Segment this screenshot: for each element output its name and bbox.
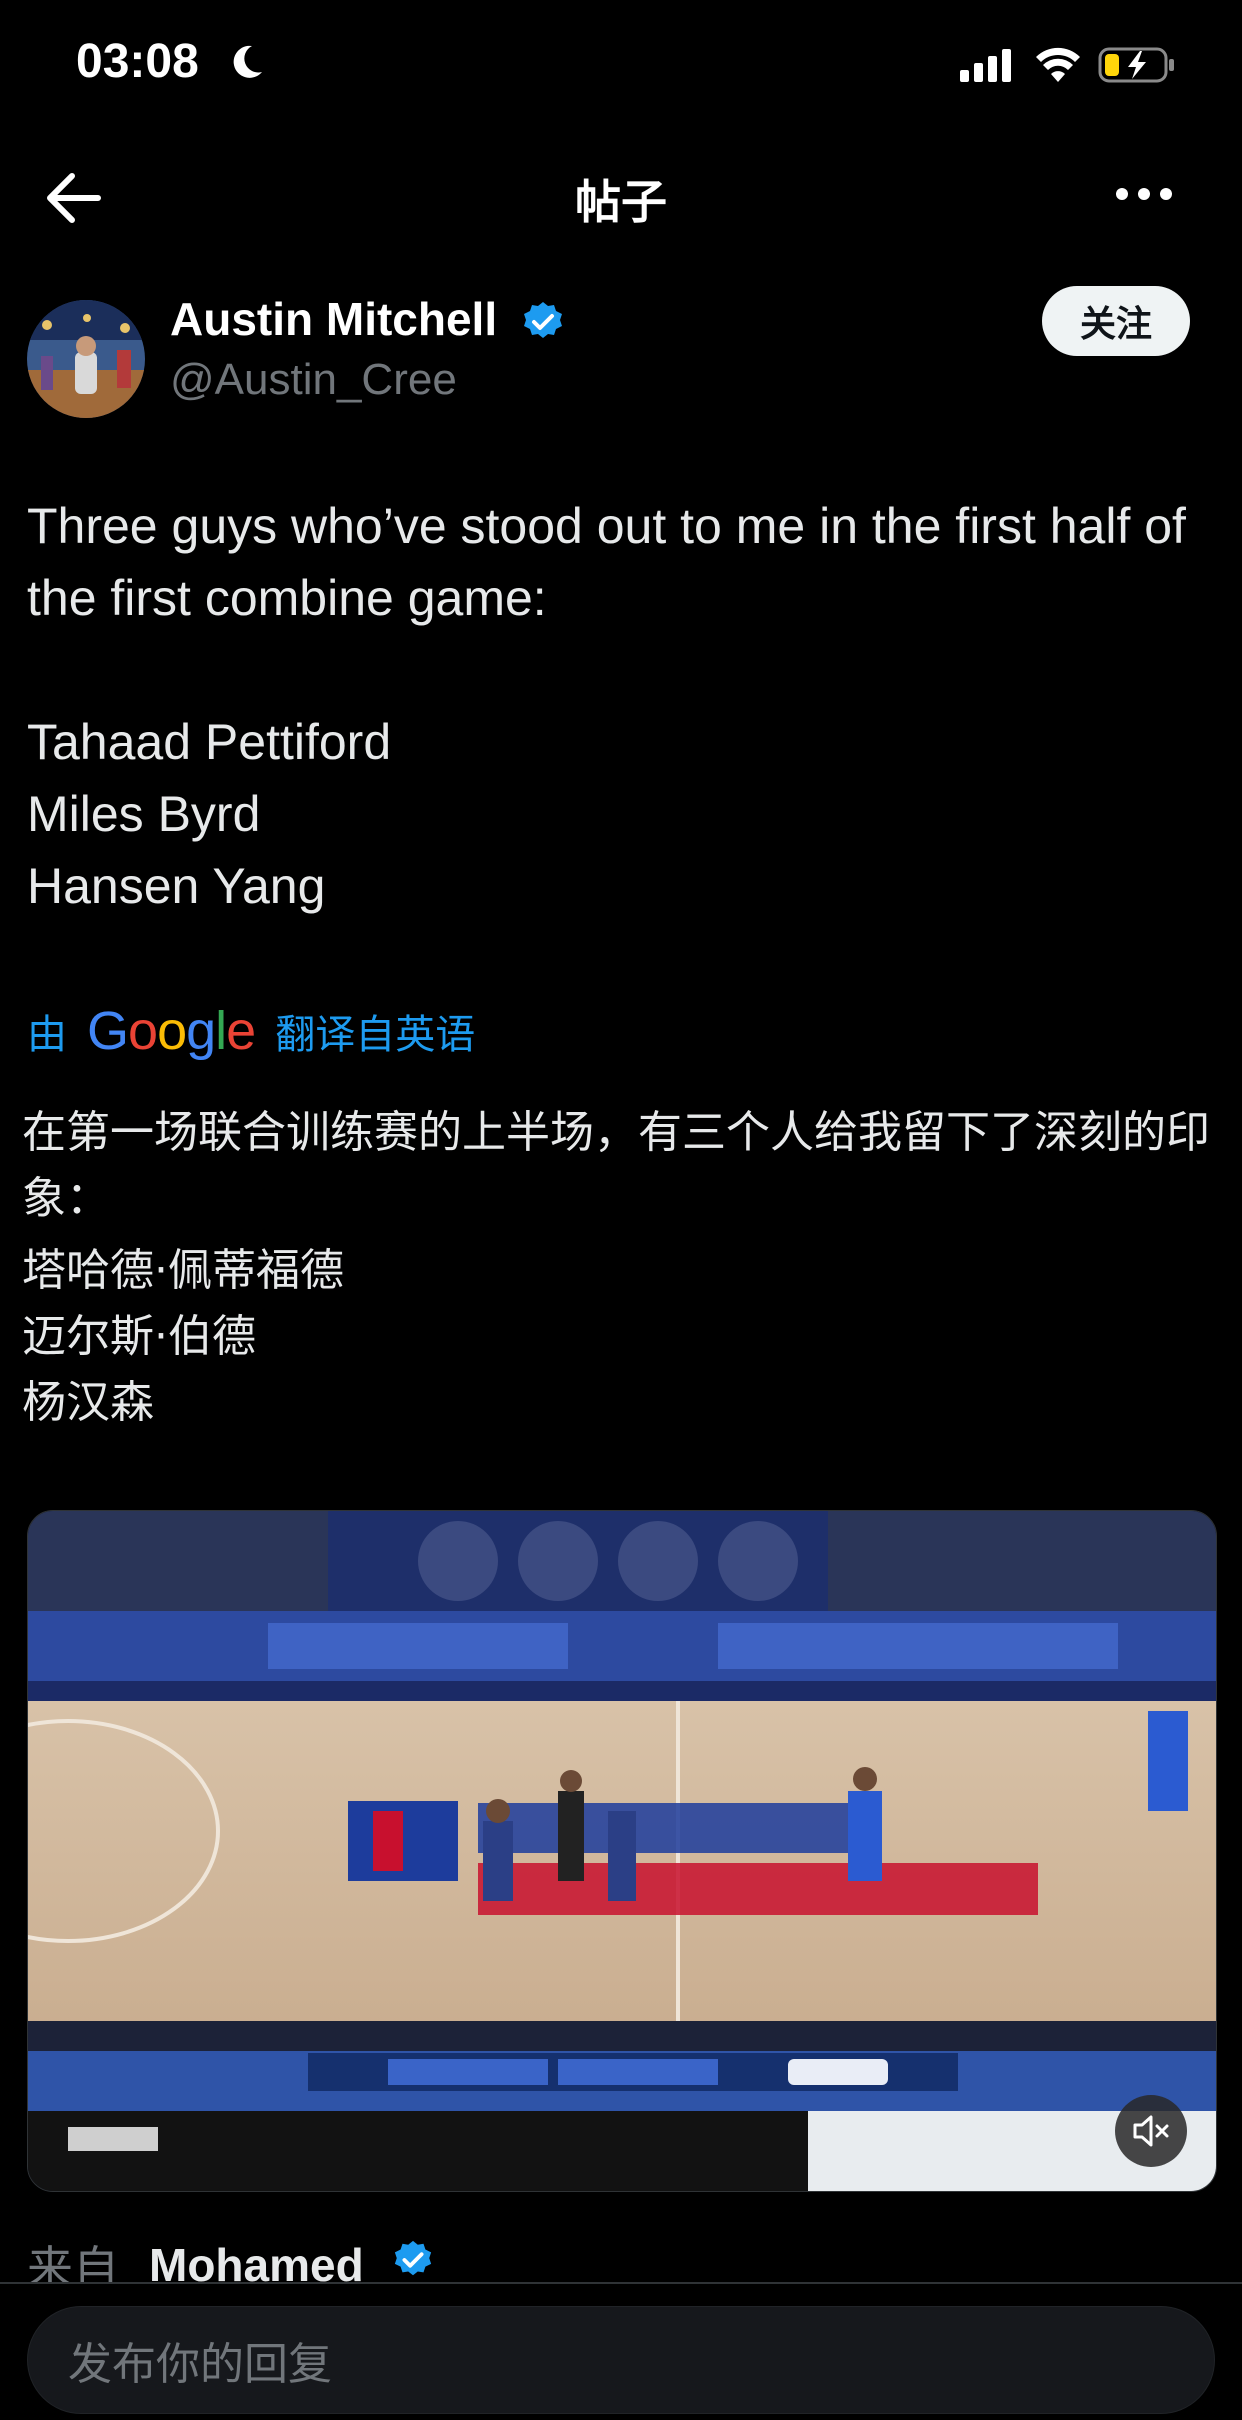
translation-name: 迈尔斯·伯德: [22, 1311, 256, 1362]
reply-input[interactable]: 发布你的回复: [27, 2306, 1215, 2414]
tweet-line: Tahaad Pettiford: [27, 714, 392, 770]
speaker-muted-icon: [1133, 2115, 1169, 2147]
wifi-icon: [1034, 44, 1082, 88]
translation-intro: 在第一场联合训练赛的上半场，有三个人给我留下了深刻的印象：: [22, 1107, 1210, 1224]
tweet-line: Miles Byrd: [27, 786, 261, 842]
mute-button[interactable]: [1115, 2095, 1187, 2167]
battery-charging-icon: [1098, 46, 1178, 88]
more-button[interactable]: [1114, 186, 1174, 206]
author-name[interactable]: Austin Mitchell: [170, 292, 497, 346]
author-handle[interactable]: @Austin_Cree: [170, 355, 457, 405]
translation-suffix: 翻译自英语: [275, 1012, 476, 1058]
translation-prefix: 由: [27, 1012, 67, 1058]
video-player[interactable]: [27, 1510, 1217, 2192]
more-horizontal-icon: [1116, 188, 1172, 200]
translation-name: 杨汉森: [22, 1377, 154, 1428]
video-frame: [28, 1511, 1216, 2191]
page-title: 帖子: [575, 175, 667, 229]
cellular-signal-icon: [958, 48, 1016, 88]
translated-by-google[interactable]: 由 Google 翻译自英语: [27, 1000, 475, 1062]
tweet-line: Hansen Yang: [27, 858, 326, 914]
avatar[interactable]: [27, 300, 145, 418]
google-logo: Google: [87, 1001, 256, 1061]
status-time: 03:08: [76, 35, 199, 88]
translated-text: 在第一场联合训练赛的上半场，有三个人给我留下了深刻的印象： 塔哈德·佩蒂福德 迈…: [22, 1100, 1222, 1436]
tweet-text: Three guys who’ve stood out to me in the…: [27, 490, 1207, 922]
tweet-line: Three guys who’ve stood out to me in the…: [27, 498, 1186, 626]
follow-button[interactable]: 关注: [1042, 286, 1190, 356]
verified-badge-icon: [521, 300, 565, 348]
moon-icon: [226, 42, 266, 86]
translation-name: 塔哈德·佩蒂福德: [22, 1245, 344, 1296]
